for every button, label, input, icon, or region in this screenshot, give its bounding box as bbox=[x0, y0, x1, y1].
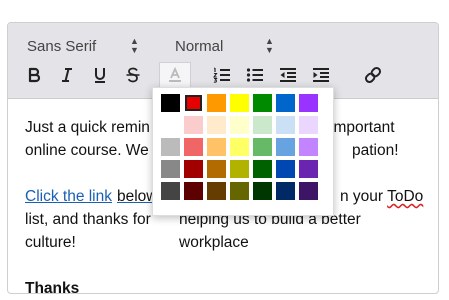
color-swatch[interactable] bbox=[299, 160, 318, 178]
text-line: culture! bbox=[25, 234, 76, 251]
color-swatch[interactable] bbox=[253, 138, 272, 156]
color-swatch[interactable] bbox=[161, 116, 180, 134]
text-line: n your ToDo bbox=[340, 188, 424, 205]
color-swatch[interactable] bbox=[161, 94, 180, 112]
paragraph-3: Thanks bbox=[25, 277, 430, 300]
text-line: important bbox=[330, 119, 395, 136]
color-swatch[interactable] bbox=[207, 182, 226, 200]
color-swatch[interactable] bbox=[184, 116, 203, 134]
color-swatch[interactable] bbox=[299, 182, 318, 200]
color-swatch[interactable] bbox=[299, 138, 318, 156]
color-swatch[interactable] bbox=[184, 94, 203, 112]
select-down-icon: ▼ bbox=[130, 45, 139, 55]
text-line: Just a quick remin bbox=[25, 119, 150, 136]
italic-icon bbox=[62, 68, 72, 82]
link-button[interactable] bbox=[362, 64, 384, 86]
color-swatch[interactable] bbox=[299, 116, 318, 134]
text-line: Thanks bbox=[25, 280, 80, 297]
color-swatch[interactable] bbox=[253, 94, 272, 112]
color-swatch[interactable] bbox=[207, 94, 226, 112]
color-swatch[interactable] bbox=[207, 160, 226, 178]
indent-icon bbox=[313, 68, 329, 82]
ordered-list-button[interactable] bbox=[211, 64, 233, 86]
select-down-icon: ▼ bbox=[265, 45, 274, 55]
font-family-value: Sans Serif bbox=[27, 37, 97, 55]
color-swatch[interactable] bbox=[276, 94, 295, 112]
bold-icon bbox=[28, 67, 41, 83]
color-swatch[interactable] bbox=[253, 182, 272, 200]
color-swatch[interactable] bbox=[184, 182, 203, 200]
underline-button[interactable] bbox=[89, 64, 111, 86]
color-swatch[interactable] bbox=[276, 160, 295, 178]
color-swatch[interactable] bbox=[230, 116, 249, 134]
strike-button[interactable] bbox=[122, 64, 144, 86]
color-picker-dropdown bbox=[152, 87, 334, 216]
color-swatch[interactable] bbox=[253, 160, 272, 178]
color-swatch[interactable] bbox=[207, 116, 226, 134]
color-swatch[interactable] bbox=[299, 94, 318, 112]
spelling-error: ToDo bbox=[387, 188, 424, 205]
bold-button[interactable] bbox=[23, 64, 45, 86]
link-icon bbox=[364, 66, 382, 84]
color-swatch-row bbox=[161, 94, 333, 112]
color-swatch[interactable] bbox=[207, 138, 226, 156]
color-swatch[interactable] bbox=[161, 182, 180, 200]
outdent-icon bbox=[280, 68, 296, 82]
text-color-icon bbox=[169, 67, 181, 82]
text-line: pation! bbox=[352, 142, 399, 159]
font-size-value: Normal bbox=[175, 37, 224, 55]
color-swatch[interactable] bbox=[184, 138, 203, 156]
color-swatch[interactable] bbox=[161, 138, 180, 156]
color-swatch[interactable] bbox=[161, 160, 180, 178]
font-family-select[interactable]: Sans Serif ▲ ▼ bbox=[27, 35, 145, 57]
color-swatch-row bbox=[161, 138, 333, 156]
click-the-link[interactable]: Click the link bbox=[25, 185, 112, 208]
color-swatch-row bbox=[161, 160, 333, 178]
indent-button[interactable] bbox=[310, 64, 332, 86]
color-swatch[interactable] bbox=[230, 182, 249, 200]
bullet-list-button[interactable] bbox=[244, 64, 266, 86]
color-swatch[interactable] bbox=[230, 160, 249, 178]
italic-button[interactable] bbox=[56, 64, 78, 86]
color-swatch-row bbox=[161, 182, 333, 200]
color-swatch[interactable] bbox=[276, 182, 295, 200]
color-swatch[interactable] bbox=[276, 116, 295, 134]
text-line: online course. We bbox=[25, 142, 149, 159]
color-swatch[interactable] bbox=[230, 138, 249, 156]
underline-icon bbox=[95, 68, 105, 83]
strikethrough-icon bbox=[126, 67, 140, 83]
bullet-list-icon bbox=[246, 68, 263, 82]
color-swatch[interactable] bbox=[184, 160, 203, 178]
color-swatch[interactable] bbox=[230, 94, 249, 112]
color-swatch[interactable] bbox=[276, 138, 295, 156]
outdent-button[interactable] bbox=[277, 64, 299, 86]
ordered-list-icon bbox=[213, 67, 230, 83]
text-line: list, and thanks for bbox=[25, 211, 151, 228]
color-swatch[interactable] bbox=[253, 116, 272, 134]
color-swatch-row bbox=[161, 116, 333, 134]
font-size-select[interactable]: Normal ▲ ▼ bbox=[175, 35, 278, 57]
text-color-button[interactable] bbox=[159, 62, 191, 88]
